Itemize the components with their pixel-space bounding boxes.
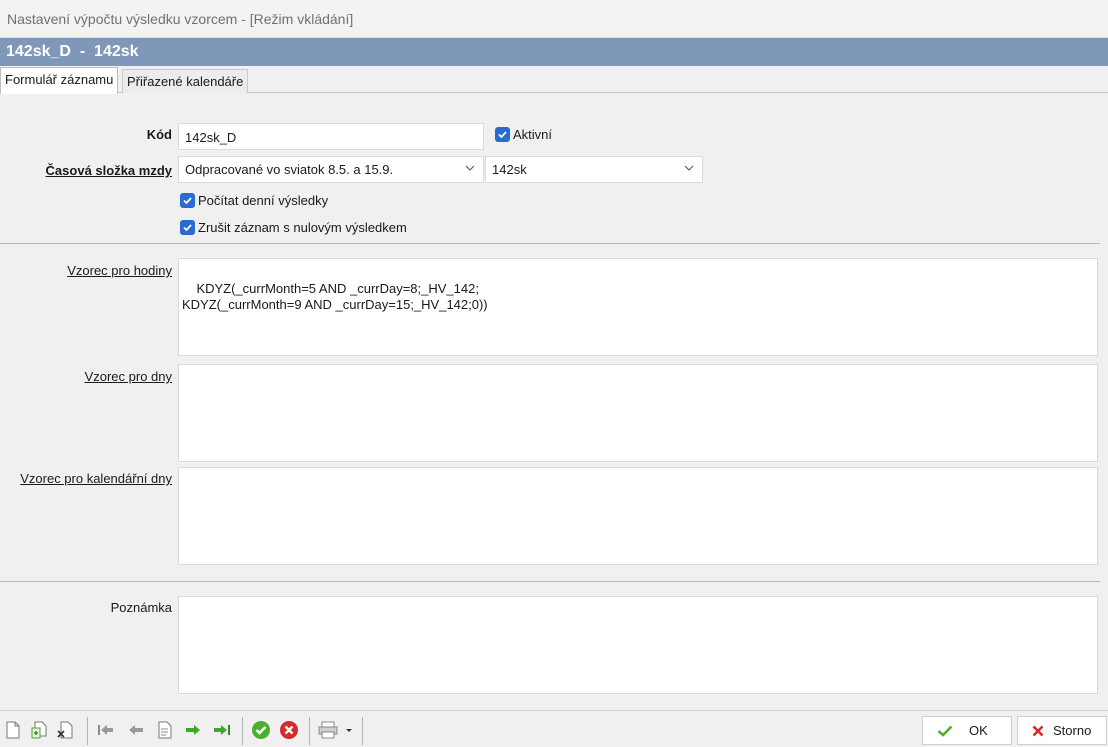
previous-record-icon[interactable]	[126, 720, 146, 740]
bottom-toolbar: OK Storno	[0, 710, 1108, 747]
cancel-icon[interactable]	[279, 720, 299, 740]
poznamka-textarea[interactable]	[178, 596, 1098, 694]
record-title: 142sk_D - 142sk	[6, 43, 139, 60]
first-record-icon[interactable]	[96, 720, 116, 740]
casova-slozka-value: Odpracované vo sviatok 8.5. a 15.9.	[185, 162, 394, 177]
pocitat-denni-label: Počítat denní výsledky	[198, 193, 329, 208]
tab-strip: Formulář záznamu Přiřazené kalendáře	[0, 66, 1108, 94]
vzorec-kalendarni-textarea[interactable]	[178, 467, 1098, 565]
divider	[0, 581, 1100, 582]
confirm-icon[interactable]	[251, 720, 271, 740]
vzorec-hodiny-value: KDYZ(_currMonth=5 AND _currDay=8;_HV_142…	[182, 281, 488, 312]
zrusit-zaznam-checkbox[interactable]: Zrušit záznam s nulovým výsledkem	[180, 220, 407, 235]
ok-button[interactable]: OK	[922, 716, 1012, 745]
check-icon	[495, 127, 510, 142]
ok-label: OK	[969, 723, 988, 738]
toolbar-separator	[309, 717, 310, 745]
casova-slozka-code-value: 142sk	[492, 162, 527, 177]
poznamka-label: Poznámka	[110, 600, 172, 615]
tab-prirazene-kalendare[interactable]: Přiřazené kalendáře	[122, 69, 249, 93]
toolbar-separator	[362, 717, 363, 745]
kod-label: Kód	[146, 127, 172, 142]
record-header: 142sk_D - 142sk	[0, 38, 1108, 66]
toolbar-separator	[87, 717, 88, 745]
vzorec-dny-label[interactable]: Vzorec pro dny	[85, 369, 172, 384]
aktivni-checkbox[interactable]: Aktivní	[495, 127, 552, 142]
delete-record-icon[interactable]	[55, 720, 75, 740]
copy-record-icon[interactable]	[29, 720, 49, 740]
vzorec-kalendarni-label[interactable]: Vzorec pro kalendářní dny	[20, 471, 172, 486]
new-record-icon[interactable]	[3, 720, 23, 740]
window-title: Nastavení výpočtu výsledku vzorcem - [Re…	[7, 11, 354, 27]
tab-formular-zaznamu[interactable]: Formulář záznamu	[0, 67, 119, 94]
storno-label: Storno	[1053, 723, 1092, 738]
casova-slozka-select[interactable]: Odpracované vo sviatok 8.5. a 15.9.	[178, 156, 484, 183]
record-detail-icon[interactable]	[155, 720, 175, 740]
check-icon	[180, 220, 195, 235]
casova-slozka-code-select[interactable]: 142sk	[485, 156, 703, 183]
toolbar-separator	[242, 717, 243, 745]
tab-label: Formulář záznamu	[5, 72, 114, 87]
kod-value: 142sk_D	[185, 130, 237, 145]
kod-input[interactable]: 142sk_D	[178, 123, 484, 150]
storno-button[interactable]: Storno	[1017, 716, 1107, 745]
vzorec-hodiny-label[interactable]: Vzorec pro hodiny	[67, 263, 172, 278]
casova-slozka-label[interactable]: Časová složka mzdy	[46, 163, 172, 178]
print-icon[interactable]	[318, 720, 358, 740]
form-panel: Kód 142sk_D Aktivní Časová složka mzdy O…	[0, 93, 1108, 710]
check-icon	[180, 193, 195, 208]
chevron-down-icon	[465, 165, 475, 171]
tab-label: Přiřazené kalendáře	[127, 74, 244, 89]
vzorec-hodiny-textarea[interactable]: KDYZ(_currMonth=5 AND _currDay=8;_HV_142…	[178, 258, 1098, 356]
chevron-down-icon	[684, 165, 694, 171]
close-icon	[1032, 725, 1044, 737]
next-record-icon[interactable]	[183, 720, 203, 740]
aktivni-label: Aktivní	[513, 127, 553, 142]
divider	[0, 243, 1100, 244]
pocitat-denni-checkbox[interactable]: Počítat denní výsledky	[180, 193, 328, 208]
window-titlebar: Nastavení výpočtu výsledku vzorcem - [Re…	[0, 0, 1108, 38]
last-record-icon[interactable]	[212, 720, 232, 740]
checkmark-icon	[937, 725, 953, 737]
zrusit-zaznam-label: Zrušit záznam s nulovým výsledkem	[198, 220, 407, 235]
vzorec-dny-textarea[interactable]	[178, 364, 1098, 462]
